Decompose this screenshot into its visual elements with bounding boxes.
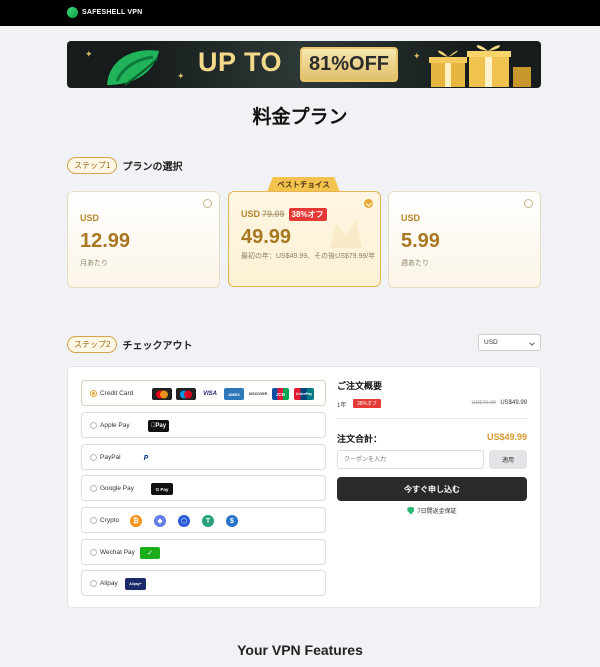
plan-currency: USD bbox=[241, 209, 261, 219]
best-choice-tag: ベストチョイス bbox=[267, 177, 340, 192]
top-navbar: SAFESHELL VPN bbox=[0, 0, 600, 26]
chevron-down-icon bbox=[529, 340, 535, 346]
brand-name: SAFESHELL VPN bbox=[82, 9, 143, 16]
order-now-button[interactable]: 今すぐ申し込む bbox=[337, 477, 527, 501]
payment-label: Alipay bbox=[100, 580, 118, 587]
step-2-header: ステップ2 チェックアウト bbox=[67, 336, 192, 353]
payment-method-wechat-pay[interactable]: Wechat Pay ✓ bbox=[81, 539, 326, 565]
payment-label: Credit Card bbox=[100, 390, 134, 397]
payment-radio[interactable] bbox=[90, 390, 97, 397]
plan-card-monthly[interactable]: USD 12.99 月あたり bbox=[67, 191, 220, 288]
plan-price-row: USD 79.99 38%オフ bbox=[241, 208, 327, 221]
plan-subtitle: 月あたり bbox=[80, 260, 108, 267]
plan-subtitle: 週あたり bbox=[401, 260, 429, 267]
chainlink-icon: ⬡ bbox=[178, 515, 190, 527]
sparkle-icon: ✦ bbox=[413, 51, 421, 61]
gift-boxes-icon bbox=[429, 45, 531, 87]
mastercard-icon bbox=[152, 388, 172, 400]
step-1-title: プランの選択 bbox=[122, 162, 183, 173]
google-pay-icon: G Pay bbox=[151, 483, 173, 495]
currency-select[interactable]: USD bbox=[478, 334, 541, 351]
payment-method-apple-pay[interactable]: Apple Pay Pay bbox=[81, 412, 326, 438]
plan-price: 5.99 bbox=[401, 230, 440, 252]
payment-radio[interactable] bbox=[90, 580, 97, 587]
payment-method-alipay[interactable]: Alipay Alipay+ bbox=[81, 570, 326, 596]
ethereum-icon: ◆ bbox=[154, 515, 166, 527]
order-summary-line: 1年 38%オフ US$79.99 US$49.99 bbox=[337, 399, 527, 410]
usdc-icon: $ bbox=[226, 515, 238, 527]
payment-radio[interactable] bbox=[90, 422, 97, 429]
summary-old-price: US$79.99 bbox=[471, 400, 496, 406]
tether-icon: T bbox=[202, 515, 214, 527]
banner-headline: UP TO bbox=[198, 47, 283, 77]
payment-radio[interactable] bbox=[90, 517, 97, 524]
plan-currency: USD bbox=[80, 213, 100, 223]
payment-radio[interactable] bbox=[90, 485, 97, 492]
payment-method-crypto[interactable]: Crypto ₿ ◆ ⬡ T $ bbox=[81, 507, 326, 533]
sparkle-icon: ✦ bbox=[85, 49, 93, 59]
crown-watermark-icon bbox=[330, 220, 362, 248]
plan-old-price: 79.99 bbox=[262, 209, 285, 219]
order-total-value: US$49.99 bbox=[486, 432, 527, 442]
safeshell-logo-icon bbox=[67, 7, 78, 18]
banner-discount-box: 81%OFF bbox=[300, 47, 398, 82]
unionpay-icon: UnionPay bbox=[294, 388, 314, 400]
payment-radio[interactable] bbox=[90, 454, 97, 461]
maestro-icon bbox=[176, 388, 196, 400]
alipay-icon: Alipay+ bbox=[125, 578, 146, 590]
discover-icon: DISCOVER bbox=[248, 388, 268, 400]
plan-radio[interactable] bbox=[203, 199, 212, 208]
brand-logo[interactable]: SAFESHELL VPN bbox=[67, 7, 142, 18]
amex-icon: AMEX bbox=[224, 388, 244, 400]
plan-price: 12.99 bbox=[80, 230, 131, 252]
step-1-header: ステップ1 プランの選択 bbox=[67, 157, 182, 174]
summary-period: 1年 bbox=[337, 403, 347, 409]
payment-label: Apple Pay bbox=[100, 422, 130, 429]
summary-price: US$49.99 bbox=[500, 400, 527, 406]
step-2-pill: ステップ2 bbox=[67, 336, 118, 353]
page-title: 料金プラン bbox=[252, 107, 348, 128]
payment-label: Wechat Pay bbox=[100, 549, 135, 556]
jcb-icon: JCB bbox=[272, 388, 289, 400]
step-1-pill: ステップ1 bbox=[67, 157, 118, 174]
payment-method-credit-card[interactable]: Credit Card VISA AMEX DISCOVER JCB Union… bbox=[81, 380, 326, 406]
payment-method-google-pay[interactable]: Google Pay G Pay bbox=[81, 475, 326, 501]
wechat-pay-icon: ✓ bbox=[140, 547, 160, 559]
payment-radio[interactable] bbox=[90, 549, 97, 556]
order-summary-title: ご注文概要 bbox=[337, 381, 383, 391]
plan-subtitle: 最初の年：US$49.99、その後US$79.99/年 bbox=[241, 253, 376, 260]
plan-radio[interactable] bbox=[524, 199, 533, 208]
apple-pay-icon: Pay bbox=[148, 420, 169, 432]
plan-price: 49.99 bbox=[241, 226, 292, 248]
plan-discount-badge: 38%オフ bbox=[288, 208, 327, 221]
plan-card-weekly[interactable]: USD 5.99 週あたり bbox=[388, 191, 541, 288]
payment-method-paypal[interactable]: PayPal P bbox=[81, 444, 326, 470]
apple-pay-badge-text: Pay bbox=[153, 423, 166, 429]
bitcoin-icon: ₿ bbox=[130, 515, 142, 527]
guarantee-text: 7日間返金保証 bbox=[417, 509, 457, 515]
coupon-input[interactable] bbox=[337, 450, 484, 469]
features-section-title: Your VPN Features bbox=[237, 642, 363, 658]
plan-card-yearly[interactable]: USD 79.99 38%オフ 49.99 最初の年：US$49.99、その後US$… bbox=[228, 191, 381, 287]
payment-label: Google Pay bbox=[100, 485, 134, 492]
shield-check-icon bbox=[407, 506, 415, 515]
payment-label: PayPal bbox=[100, 454, 121, 461]
step-2-title: チェックアウト bbox=[122, 341, 193, 352]
money-back-guarantee: 7日間返金保証 bbox=[337, 506, 527, 515]
summary-divider bbox=[337, 418, 527, 419]
currency-select-value: USD bbox=[484, 339, 498, 346]
plan-currency: USD bbox=[401, 213, 421, 223]
summary-discount-badge: 38%オフ bbox=[353, 399, 382, 408]
apply-coupon-button[interactable]: 適用 bbox=[489, 450, 527, 469]
visa-icon: VISA bbox=[200, 388, 220, 400]
paypal-icon: P bbox=[139, 452, 153, 464]
sparkle-icon: ✦ bbox=[177, 71, 185, 81]
plan-radio[interactable] bbox=[364, 199, 373, 208]
payment-label: Crypto bbox=[100, 517, 120, 524]
banner-discount: 81%OFF bbox=[308, 53, 390, 75]
promo-banner[interactable]: ✦ ✦ ✦ ✦ UP TO 81%OFF bbox=[67, 41, 541, 88]
leaf-logo-icon bbox=[107, 50, 159, 86]
